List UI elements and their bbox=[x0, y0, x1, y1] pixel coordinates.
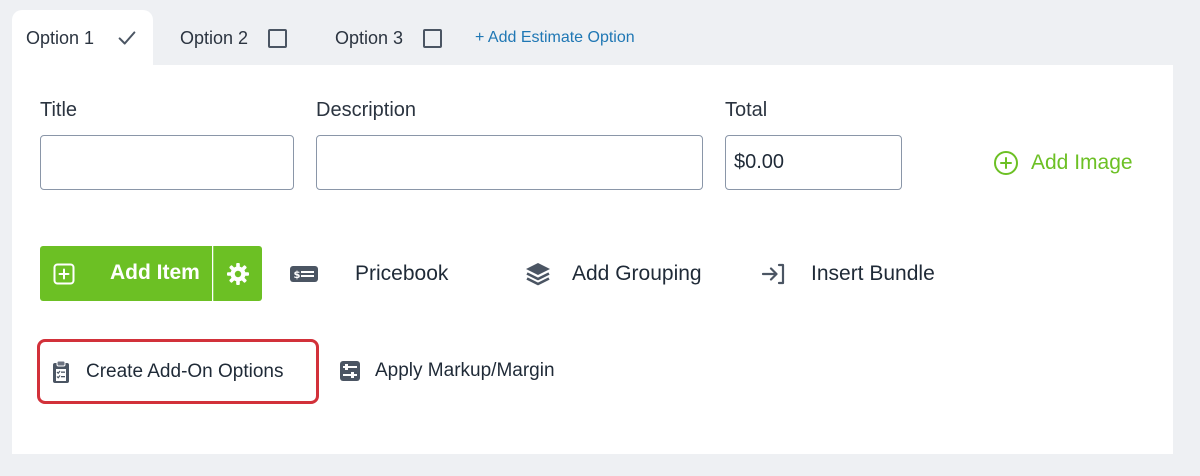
add-item-label: Add Item bbox=[110, 261, 200, 284]
tab-label: Option 2 bbox=[180, 27, 249, 48]
add-estimate-option-link[interactable]: + Add Estimate Option bbox=[475, 10, 635, 66]
apply-markup-margin-button[interactable]: Apply Markup/Margin bbox=[339, 356, 555, 386]
create-addon-options-button[interactable]: Create Add-On Options bbox=[37, 339, 319, 404]
insert-bundle-button[interactable]: Insert Bundle bbox=[761, 259, 935, 289]
add-item-settings-button[interactable] bbox=[213, 246, 262, 301]
tab-label: Option 3 bbox=[335, 27, 404, 48]
title-input[interactable] bbox=[40, 135, 294, 190]
description-input[interactable] bbox=[316, 135, 703, 190]
price-tag-icon: $ bbox=[290, 266, 318, 282]
plus-square-icon bbox=[53, 263, 75, 285]
sign-in-icon bbox=[761, 263, 785, 285]
option-panel: Title Description Total Add Image Add It… bbox=[12, 65, 1173, 454]
tab-option-2[interactable]: Option 2 bbox=[180, 10, 288, 66]
layers-icon bbox=[526, 263, 550, 286]
checkbox-icon[interactable] bbox=[423, 28, 443, 48]
tab-label: Option 1 bbox=[26, 27, 95, 48]
clipboard-icon bbox=[53, 360, 69, 383]
add-image-label: Add Image bbox=[1031, 151, 1133, 174]
apply-markup-margin-label: Apply Markup/Margin bbox=[375, 360, 555, 381]
svg-text:$: $ bbox=[294, 270, 301, 281]
gear-icon bbox=[227, 262, 249, 285]
tab-option-1[interactable]: Option 1 bbox=[12, 10, 153, 66]
total-input[interactable] bbox=[725, 135, 902, 190]
tab-option-3[interactable]: Option 3 bbox=[335, 10, 443, 66]
pricebook-label: Pricebook bbox=[355, 262, 449, 285]
insert-bundle-label: Insert Bundle bbox=[811, 262, 935, 285]
add-grouping-label: Add Grouping bbox=[572, 262, 702, 285]
option-tabs: Option 1 Option 2 Option 3 + Add Estimat… bbox=[12, 10, 1172, 66]
add-grouping-button[interactable]: Add Grouping bbox=[524, 259, 702, 289]
title-label: Title bbox=[40, 99, 78, 121]
pricebook-button[interactable]: $ Pricebook bbox=[289, 259, 448, 289]
check-icon bbox=[118, 31, 136, 45]
add-item-button[interactable]: Add Item bbox=[40, 246, 212, 301]
sliders-icon bbox=[340, 361, 360, 381]
description-label: Description bbox=[316, 99, 417, 121]
plus-circle-icon bbox=[994, 151, 1018, 175]
create-addon-options-label: Create Add-On Options bbox=[86, 360, 284, 382]
add-item-split-button: Add Item bbox=[40, 246, 262, 301]
add-image-button[interactable]: Add Image bbox=[993, 148, 1133, 178]
checkbox-icon[interactable] bbox=[268, 28, 288, 48]
total-label: Total bbox=[725, 99, 768, 121]
